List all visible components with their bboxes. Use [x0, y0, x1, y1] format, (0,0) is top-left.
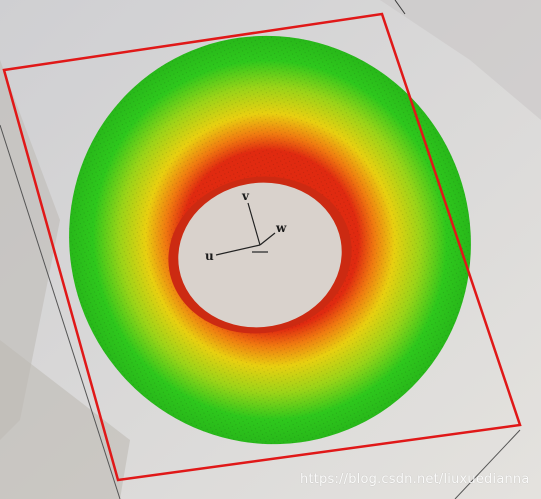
w-axis-label: w: [275, 221, 287, 235]
v-axis-label: v: [241, 189, 250, 203]
3d-viewport[interactable]: u v w https://blog.csdn.net/liuxuedianna: [0, 0, 541, 499]
u-axis-label: u: [205, 249, 214, 263]
scene-canvas[interactable]: u v w: [0, 0, 541, 499]
watermark-text: https://blog.csdn.net/liuxuedianna: [300, 472, 530, 487]
